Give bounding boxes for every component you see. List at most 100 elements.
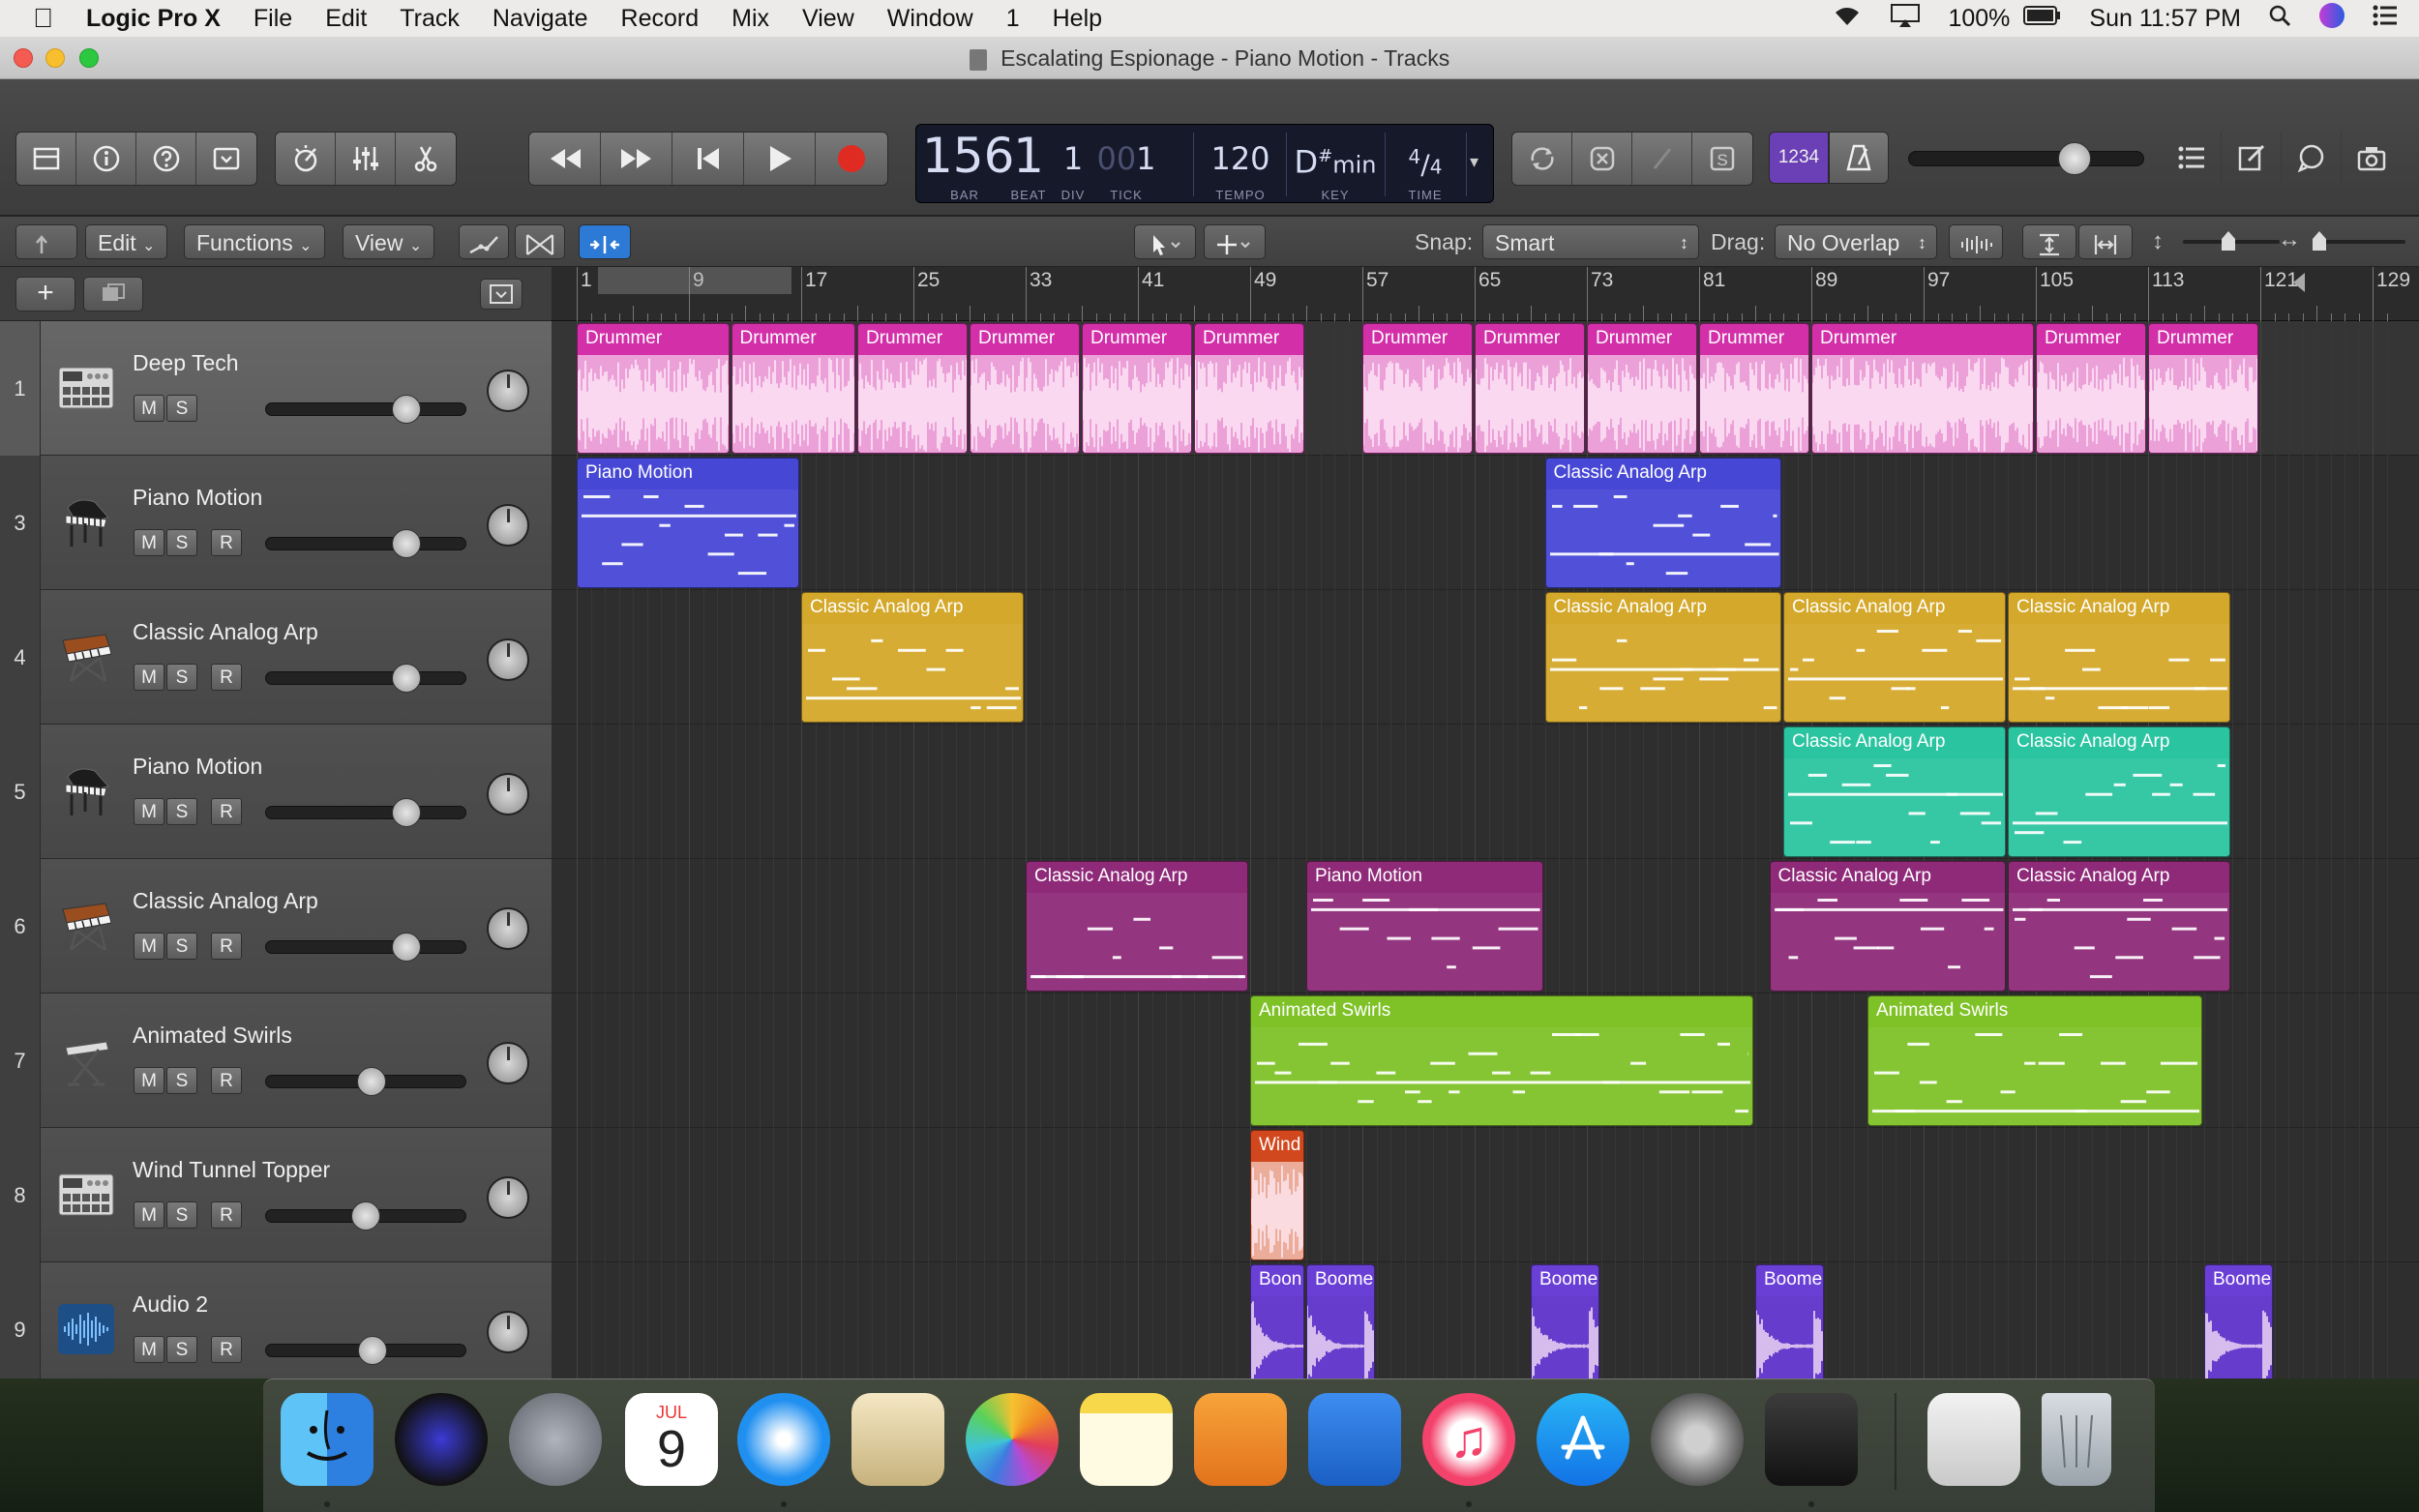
audio-region[interactable]: Wind — [1250, 1130, 1304, 1260]
menu-1[interactable]: 1 — [990, 5, 1036, 33]
menu-help[interactable]: Help — [1036, 5, 1119, 33]
midi-region[interactable]: Classic Analog Arp — [1026, 861, 1248, 992]
track-header[interactable]: 7 Animated Swirls M S R — [0, 993, 552, 1128]
audio-region[interactable]: Boome — [1755, 1264, 1824, 1379]
keynote-icon[interactable] — [1308, 1393, 1401, 1486]
audio-region[interactable]: Drummer — [1699, 323, 1809, 454]
track-volume-knob[interactable] — [392, 395, 421, 424]
track-volume-slider[interactable] — [265, 1336, 466, 1365]
mute-button[interactable]: M — [134, 1067, 164, 1094]
track-volume-slider[interactable] — [265, 933, 466, 962]
metronome-icon[interactable] — [1829, 132, 1889, 184]
menu-edit[interactable]: Edit — [309, 5, 383, 33]
master-volume-slider[interactable] — [1908, 142, 2144, 175]
track-header[interactable]: 8 Wind Tunnel Topper M S R — [0, 1128, 552, 1262]
track-volume-slider[interactable] — [265, 798, 466, 827]
audio-region[interactable]: Boome — [1306, 1264, 1375, 1379]
track-volume-slider[interactable] — [265, 529, 466, 558]
editors-scissors-icon[interactable] — [396, 133, 456, 185]
airplay-icon[interactable] — [1876, 3, 1934, 35]
replace-icon[interactable] — [1572, 133, 1632, 185]
close-window-button[interactable] — [14, 48, 33, 68]
record-enable-button[interactable]: R — [211, 1067, 242, 1094]
global-tracks-icon[interactable] — [480, 279, 523, 310]
track-name[interactable]: Deep Tech — [133, 350, 239, 376]
mute-button[interactable]: M — [134, 664, 164, 691]
track-name[interactable]: Piano Motion — [133, 754, 262, 780]
midi-region[interactable]: Classic Analog Arp — [801, 592, 1024, 723]
track-name[interactable]: Audio 2 — [133, 1291, 208, 1318]
zoom-window-button[interactable] — [79, 48, 99, 68]
edit-menu-button[interactable]: Edit ⌄ — [85, 224, 168, 259]
flex-icon[interactable] — [515, 224, 565, 259]
functions-menu-button[interactable]: Functions ⌄ — [184, 224, 325, 259]
solo-button[interactable]: S — [166, 1067, 197, 1094]
track-header[interactable]: 3 Piano Motion M S R — [0, 456, 552, 590]
midi-region[interactable]: Classic Analog Arp — [1769, 861, 2006, 992]
menu-view[interactable]: View — [786, 5, 871, 33]
drum-machine-icon[interactable] — [56, 360, 116, 416]
track-volume-slider[interactable] — [265, 1067, 466, 1096]
solo-button[interactable]: S — [166, 529, 197, 556]
audio-region[interactable]: Boome — [1531, 1264, 1599, 1379]
play-icon[interactable] — [744, 133, 816, 185]
audio-region[interactable]: Drummer — [1811, 323, 2034, 454]
library-icon[interactable] — [16, 133, 76, 185]
photos-icon[interactable] — [966, 1393, 1059, 1486]
audio-region[interactable]: Drummer — [970, 323, 1080, 454]
track-volume-slider[interactable] — [265, 664, 466, 693]
midi-region[interactable]: Classic Analog Arp — [2008, 592, 2230, 723]
pointer-tool-icon[interactable] — [1134, 224, 1196, 259]
record-icon[interactable] — [816, 133, 887, 185]
track-name[interactable]: Classic Analog Arp — [133, 888, 318, 914]
audio-region[interactable]: Drummer — [1587, 323, 1697, 454]
midi-region[interactable]: Classic Analog Arp — [1544, 592, 1781, 723]
ruler-locator-highlight[interactable] — [598, 267, 791, 294]
track-volume-slider[interactable] — [265, 1201, 466, 1230]
track-lane[interactable] — [552, 456, 2419, 590]
screenshot-icon[interactable] — [1927, 1393, 2020, 1486]
grand-piano-icon[interactable] — [56, 494, 116, 550]
quick-help-icon[interactable] — [136, 133, 196, 185]
wifi-icon[interactable] — [1818, 4, 1876, 34]
notes-icon[interactable] — [1080, 1393, 1173, 1486]
track-pan-knob[interactable] — [487, 504, 529, 547]
apple-menu-icon[interactable]:  — [0, 3, 70, 34]
menu-window[interactable]: Window — [871, 5, 990, 33]
record-enable-button[interactable]: R — [211, 798, 242, 825]
automation-icon[interactable] — [459, 224, 509, 259]
mail-icon[interactable] — [851, 1393, 944, 1486]
rewind-icon[interactable] — [529, 133, 601, 185]
logic-pro-icon[interactable] — [1765, 1393, 1858, 1486]
audio-region[interactable]: Boome — [2204, 1264, 2273, 1379]
track-volume-knob[interactable] — [358, 1336, 387, 1365]
grand-piano-icon[interactable] — [56, 763, 116, 819]
mute-button[interactable]: M — [134, 798, 164, 825]
notification-center-icon[interactable] — [2359, 5, 2419, 33]
go-to-beginning-icon[interactable] — [672, 133, 744, 185]
track-header[interactable]: 4 Classic Analog Arp M S R — [0, 590, 552, 725]
menu-navigate[interactable]: Navigate — [476, 5, 605, 33]
solo-button[interactable]: S — [166, 1201, 197, 1229]
playhead-marker-icon[interactable] — [2293, 273, 2305, 292]
menu-clock[interactable]: Sun 11:57 PM — [2076, 5, 2255, 33]
solo-button[interactable]: S — [166, 395, 197, 422]
list-editors-icon[interactable] — [2162, 132, 2222, 184]
record-enable-button[interactable]: R — [211, 1336, 242, 1363]
keyboard-stand-icon[interactable] — [56, 1032, 116, 1088]
solo-button[interactable]: S — [166, 664, 197, 691]
itunes-icon[interactable]: ♫ — [1422, 1393, 1515, 1486]
battery-icon[interactable] — [2023, 5, 2076, 33]
synth-keyboard-icon[interactable] — [56, 629, 116, 685]
master-volume-knob[interactable] — [2058, 142, 2091, 175]
cycle-icon[interactable] — [1512, 133, 1572, 185]
audio-region[interactable]: Drummer — [1362, 323, 1473, 454]
midi-region[interactable]: Piano Motion — [1306, 861, 1543, 992]
solo-icon[interactable]: S — [1692, 133, 1752, 185]
minimize-window-button[interactable] — [45, 48, 65, 68]
track-volume-knob[interactable] — [392, 933, 421, 962]
track-pan-knob[interactable] — [487, 1042, 529, 1084]
siri-menu-icon[interactable] — [2305, 2, 2359, 36]
toolbar-toggle-icon[interactable] — [196, 133, 256, 185]
view-menu-button[interactable]: View ⌄ — [343, 224, 435, 259]
